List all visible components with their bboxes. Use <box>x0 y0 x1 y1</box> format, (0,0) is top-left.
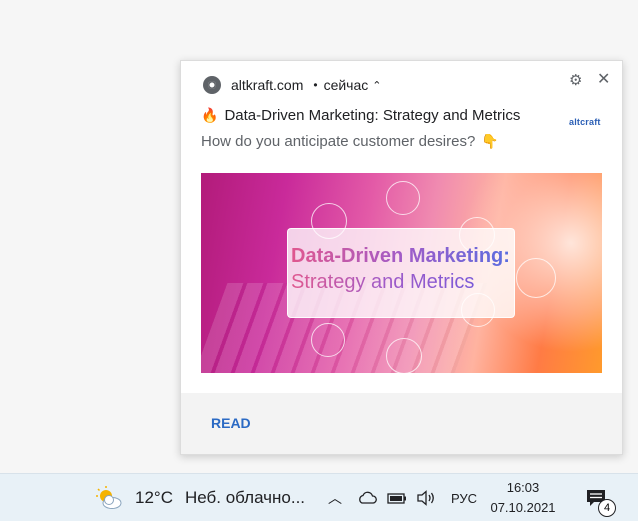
clock-date: 07.10.2021 <box>490 500 556 515</box>
fire-emoji-icon: 🔥 <box>201 107 219 123</box>
notification-hero-image: Data-Driven Marketing: Strategy and Metr… <box>201 173 602 373</box>
speaker-icon[interactable] <box>416 474 436 521</box>
altcraft-logo: altcraft <box>569 117 601 127</box>
weather-condition[interactable]: Неб. облачно... <box>185 474 305 521</box>
language-indicator[interactable]: РУС <box>451 474 477 521</box>
close-icon[interactable]: ✕ <box>597 69 610 89</box>
notification-title-text: Data-Driven Marketing: Strategy and Metr… <box>224 107 521 124</box>
weather-temperature[interactable]: 12°C <box>135 474 173 521</box>
notification-actions: READ <box>181 393 622 454</box>
notification-body: How do you anticipate customer desires? … <box>201 133 499 150</box>
read-button[interactable]: READ <box>211 415 251 431</box>
separator: • <box>313 78 318 92</box>
cloud-icon[interactable] <box>357 474 377 521</box>
clock[interactable]: 16:03 07.10.2021 <box>490 474 556 521</box>
hero-headline-line1: Data-Driven Marketing: <box>291 245 510 267</box>
notification-title: 🔥 Data-Driven Marketing: Strategy and Me… <box>201 107 520 124</box>
notification-time: сейчас <box>323 77 369 93</box>
notification-count-badge: 4 <box>598 499 616 517</box>
battery-icon[interactable] <box>387 474 407 521</box>
chrome-icon <box>203 76 221 94</box>
notification-body-text: How do you anticipate customer desires? <box>201 133 476 150</box>
notification-header: altkraft.com • сейчас ⌃ <box>203 75 381 95</box>
chevron-up-icon[interactable]: ︿ <box>328 474 342 521</box>
hero-headline-line2: Strategy and Metrics <box>291 271 475 293</box>
pointing-down-emoji-icon: 👇 <box>481 133 499 149</box>
notification-source: altkraft.com <box>231 77 304 93</box>
clock-time: 16:03 <box>506 480 540 495</box>
taskbar: 12°C Неб. облачно... ︿ РУС 16:03 07.10.2… <box>0 473 638 521</box>
notification-toast[interactable]: altkraft.com • сейчас ⌃ ⚙ ✕ 🔥 Data-Drive… <box>180 60 623 455</box>
gear-icon[interactable]: ⚙ <box>569 71 582 89</box>
chevron-up-icon[interactable]: ⌃ <box>372 79 381 92</box>
partly-cloudy-icon[interactable] <box>95 474 123 521</box>
